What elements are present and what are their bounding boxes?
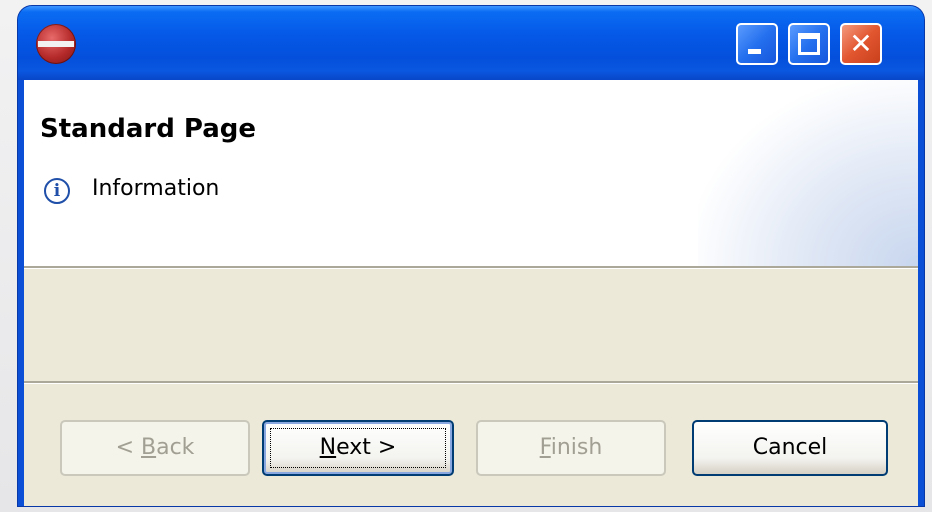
focus-rectangle — [270, 428, 446, 468]
info-message: Information — [92, 176, 220, 201]
header-separator — [24, 266, 918, 269]
title-bar[interactable]: ✕ — [18, 6, 924, 80]
back-button-mnemonic: B — [141, 435, 157, 460]
wizard-dialog: ✕ Standard Page i Information < Back Nex… — [18, 6, 924, 506]
close-icon: ✕ — [849, 27, 873, 60]
cancel-button-label: Cancel — [752, 435, 828, 460]
finish-button[interactable]: Finish — [476, 420, 666, 476]
cancel-button[interactable]: Cancel — [692, 420, 888, 476]
dialog-client-area: Standard Page i Information < Back Next … — [24, 80, 918, 506]
finish-button-mnemonic: F — [539, 435, 551, 460]
info-icon: i — [44, 178, 70, 204]
maximize-icon — [798, 33, 820, 55]
page-title: Standard Page — [40, 114, 256, 144]
maximize-button[interactable] — [788, 23, 830, 65]
back-button[interactable]: < Back — [60, 420, 250, 476]
back-button-label: ack — [156, 435, 195, 460]
finish-button-label: inish — [550, 435, 603, 460]
wizard-header-banner: Standard Page i Information — [24, 80, 918, 266]
close-button[interactable]: ✕ — [840, 23, 882, 65]
button-bar-separator — [24, 381, 918, 384]
banner-graphic — [698, 80, 918, 266]
app-icon[interactable] — [36, 24, 76, 64]
minimize-icon — [748, 49, 761, 54]
back-button-prefix: < — [115, 435, 141, 460]
next-button[interactable]: Next > — [262, 420, 454, 476]
minimize-button[interactable] — [736, 23, 778, 65]
